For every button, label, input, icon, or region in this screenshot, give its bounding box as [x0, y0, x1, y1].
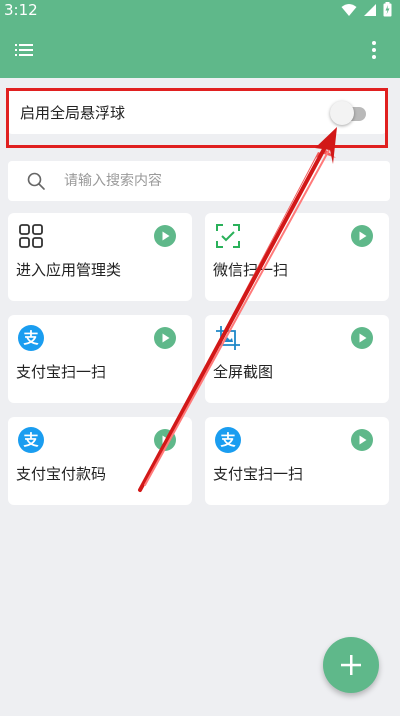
search-bar [8, 161, 390, 201]
tile-wechat-scan[interactable]: 微信扫一扫 [205, 213, 389, 301]
tile-label: 支付宝扫一扫 [16, 363, 107, 381]
tile-alipay-scan[interactable]: 支 支付宝扫一扫 [8, 315, 192, 403]
search-icon [27, 172, 45, 190]
play-icon[interactable] [351, 225, 373, 247]
menu-button[interactable] [12, 38, 36, 62]
status-bar: 3:12 [0, 0, 400, 20]
alipay-icon: 支 [18, 325, 44, 351]
battery-charging-icon [383, 2, 392, 17]
alipay-icon: 支 [18, 427, 44, 453]
plus-icon [341, 655, 361, 675]
tile-alipay-payment-code[interactable]: 支 支付宝付款码 [8, 417, 192, 505]
tile-label: 微信扫一扫 [213, 261, 289, 279]
wifi-icon [341, 3, 357, 16]
scan-frame-icon [216, 224, 240, 248]
search-input[interactable] [64, 169, 364, 193]
play-icon[interactable] [351, 429, 373, 451]
signal-icon [364, 3, 376, 16]
tile-label: 支付宝扫一扫 [213, 465, 304, 483]
add-button[interactable] [323, 637, 379, 693]
alipay-icon: 支 [215, 427, 241, 453]
floating-ball-label: 启用全局悬浮球 [20, 104, 126, 122]
tile-label: 进入应用管理类 [16, 261, 122, 279]
grid-apps-icon [19, 224, 43, 248]
more-vertical-icon [372, 41, 376, 59]
floating-ball-setting: 启用全局悬浮球 [8, 90, 386, 134]
status-icons [341, 2, 392, 17]
play-icon[interactable] [351, 327, 373, 349]
play-icon[interactable] [154, 429, 176, 451]
app-bar [0, 20, 400, 78]
tile-fullscreen-screenshot[interactable]: 全屏截图 [205, 315, 389, 403]
status-time: 3:12 [4, 1, 38, 19]
tile-label: 支付宝付款码 [16, 465, 107, 483]
play-icon[interactable] [154, 327, 176, 349]
switch-thumb[interactable] [330, 101, 354, 125]
more-options-button[interactable] [362, 38, 386, 62]
screenshot-icon [216, 326, 240, 350]
tile-app-management[interactable]: 进入应用管理类 [8, 213, 192, 301]
menu-list-icon [15, 44, 33, 56]
play-icon[interactable] [154, 225, 176, 247]
tile-label: 全屏截图 [213, 363, 274, 381]
tile-alipay-scan-2[interactable]: 支 支付宝扫一扫 [205, 417, 389, 505]
